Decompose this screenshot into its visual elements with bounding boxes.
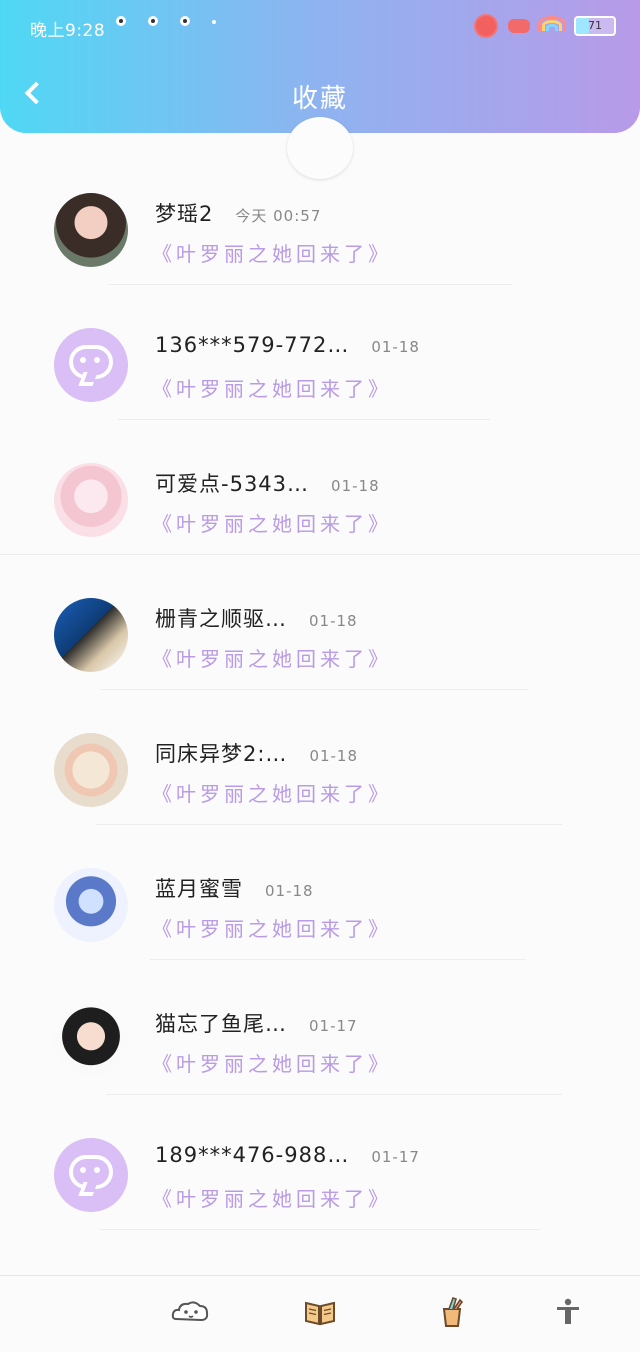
status-time: 晚上9:28 xyxy=(30,21,106,41)
item-name: 189***476-988… 01-17 xyxy=(155,1143,420,1167)
list-item[interactable]: 189***476-988… 01-17 《叶罗丽之她回来了》 xyxy=(0,1095,640,1230)
notification-icons xyxy=(116,16,216,26)
list-item[interactable]: 栅青之顺驱… 01-18 《叶罗丽之她回来了》 xyxy=(0,555,640,690)
notification-dot-icon xyxy=(116,16,126,26)
item-date: 01-17 xyxy=(371,1148,420,1166)
notification-dot-icon xyxy=(180,16,190,26)
avatar xyxy=(54,598,128,672)
item-name: 蓝月蜜雪 01-18 xyxy=(155,877,314,901)
item-date: 01-18 xyxy=(265,882,314,900)
battery-level: 71 xyxy=(588,19,602,32)
item-name: 猫忘了鱼尾… 01-17 xyxy=(155,1012,358,1036)
cloud-pet-icon[interactable] xyxy=(170,1296,210,1328)
page-title: 收藏 xyxy=(291,84,348,114)
list-item[interactable]: 猫忘了鱼尾… 01-17 《叶罗丽之她回来了》 xyxy=(0,960,640,1095)
avatar xyxy=(54,868,128,942)
item-date: 01-17 xyxy=(309,1017,358,1035)
avatar xyxy=(54,193,128,267)
item-name: 136***579-772… 01-18 xyxy=(155,333,420,357)
item-name: 可爱点-5343… 01-18 xyxy=(155,472,380,496)
wifi-icon xyxy=(538,16,566,36)
item-date: 今天 00:57 xyxy=(235,207,322,225)
item-name: 梦瑶2 今天 00:57 xyxy=(155,202,322,226)
list-item[interactable]: 136***579-772… 01-18 《叶罗丽之她回来了》 xyxy=(0,285,640,420)
accessibility-icon[interactable] xyxy=(548,1296,588,1328)
header: 晚上9:28 71 收藏 xyxy=(0,0,640,133)
battery-icon: 71 xyxy=(574,16,616,36)
list-item[interactable]: 可爱点-5343… 01-18 《叶罗丽之她回来了》 xyxy=(0,420,640,554)
book-icon[interactable] xyxy=(300,1296,340,1328)
item-subtitle: 《叶罗丽之她回来了》 xyxy=(152,1187,392,1211)
more-dot-icon xyxy=(212,20,216,24)
notification-dot-icon xyxy=(148,16,158,26)
item-date: 01-18 xyxy=(309,612,358,630)
avatar xyxy=(54,463,128,537)
status-bar: 晚上9:28 71 xyxy=(0,0,640,54)
item-subtitle: 《叶罗丽之她回来了》 xyxy=(152,917,392,941)
item-date: 01-18 xyxy=(331,477,380,495)
item-subtitle: 《叶罗丽之她回来了》 xyxy=(152,1052,392,1076)
item-date: 01-18 xyxy=(371,338,420,356)
item-date: 01-18 xyxy=(309,747,359,765)
list-item[interactable]: 蓝月蜜雪 01-18 《叶罗丽之她回来了》 xyxy=(0,825,640,960)
avatar xyxy=(54,733,128,807)
item-subtitle: 《叶罗丽之她回来了》 xyxy=(152,782,392,806)
avatar xyxy=(54,1138,128,1212)
item-subtitle: 《叶罗丽之她回来了》 xyxy=(152,512,392,536)
list-item[interactable]: 同床异梦2:… 01-18 《叶罗丽之她回来了》 xyxy=(0,690,640,825)
item-name: 栅青之顺驱… 01-18 xyxy=(155,607,358,631)
avatar xyxy=(54,1003,128,1077)
item-name: 同床异梦2:… 01-18 xyxy=(155,742,359,766)
mute-icon xyxy=(508,19,530,33)
item-subtitle: 《叶罗丽之她回来了》 xyxy=(152,377,392,401)
item-subtitle: 《叶罗丽之她回来了》 xyxy=(152,242,392,266)
divider xyxy=(100,1229,540,1230)
item-subtitle: 《叶罗丽之她回来了》 xyxy=(152,647,392,671)
pencil-cup-icon[interactable] xyxy=(432,1296,472,1328)
avatar xyxy=(54,328,128,402)
list-item[interactable]: 梦瑶2 今天 00:57 《叶罗丽之她回来了》 xyxy=(0,150,640,285)
alarm-icon xyxy=(474,14,498,38)
bottom-tab-bar xyxy=(0,1275,640,1352)
status-right: 71 xyxy=(474,14,616,38)
